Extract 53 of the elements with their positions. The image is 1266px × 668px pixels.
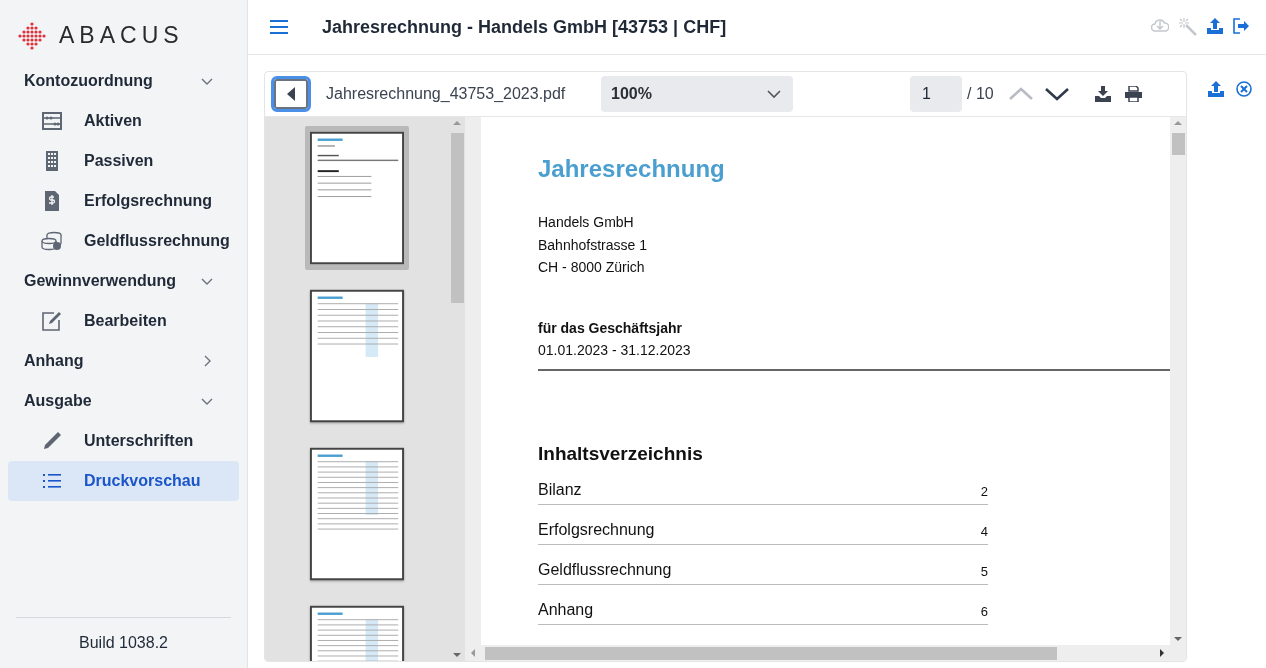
nav-item[interactable]: Aktiven (8, 101, 239, 141)
dollar-document-icon (44, 191, 60, 211)
next-page-icon[interactable] (1045, 87, 1069, 101)
upload-icon[interactable] (1207, 18, 1223, 36)
address-line: CH - 8000 Zürich (538, 258, 646, 277)
toc-entry: Erfolgsrechnung (538, 520, 655, 539)
nav-section[interactable]: Anhang (8, 341, 239, 381)
toc-entry: Geldflussrechnung (538, 560, 672, 579)
address-line: Handels GmbH (538, 213, 635, 232)
back-button[interactable] (271, 76, 311, 112)
coins-icon (41, 231, 63, 251)
nav-section[interactable]: Ausgabe (8, 381, 239, 421)
building-icon (45, 151, 59, 171)
logo-text: ABACUS (59, 22, 184, 49)
toc-page-number: 6 (980, 603, 988, 619)
page-thumbnail[interactable] (305, 126, 409, 270)
nav-item[interactable]: Unterschriften (8, 421, 239, 461)
nav-item[interactable]: Geldflussrechnung (8, 221, 239, 261)
chevron-icon (767, 89, 781, 99)
nav-section[interactable]: Gewinnverwendung (8, 261, 239, 301)
download-icon[interactable] (1095, 86, 1111, 102)
nav-section[interactable]: Kontozuordnung (8, 61, 239, 101)
nav-item[interactable]: Passiven (8, 141, 239, 181)
build-label: Build 1038.2 (16, 617, 231, 668)
edit-icon (42, 311, 62, 331)
nav-item[interactable]: Erfolgsrechnung (8, 181, 239, 221)
abacus-icon (42, 112, 62, 130)
toc-page-number: 4 (980, 523, 988, 539)
toc-heading: Inhaltsverzeichnis (538, 442, 704, 465)
scrollbar[interactable] (465, 645, 1186, 661)
nav-item[interactable]: Bearbeiten (8, 301, 239, 341)
period-label: für das Geschäftsjahr (538, 318, 683, 338)
page-title: Jahresrechnung - Handels GmbH [43753 | CHF] (322, 16, 728, 38)
numbered-list-icon (42, 473, 62, 489)
pencil-icon (42, 431, 62, 451)
toc-page-number: 5 (980, 563, 988, 579)
nav-item[interactable]: Druckvorschau (8, 461, 239, 501)
print-icon[interactable] (1125, 86, 1142, 102)
page-count: / 10 (967, 85, 995, 103)
logout-icon[interactable] (1233, 18, 1250, 36)
document-title: Jahresrechnung (538, 155, 726, 183)
page-number-field[interactable]: 1 (910, 76, 962, 112)
zoom-select[interactable]: 100% (601, 76, 793, 112)
file-name: Jahresrechnung_43753_2023.pdf (326, 85, 567, 103)
period-dates: 01.01.2023 - 31.12.2023 (538, 340, 692, 360)
upload-icon[interactable] (1208, 81, 1224, 97)
close-icon[interactable] (1236, 81, 1252, 97)
toc-page-number: 2 (980, 483, 988, 499)
toc-entry: Anhang (538, 600, 594, 619)
toc-entry: Bilanz (538, 480, 582, 499)
address-line: Bahnhofstrasse 1 (538, 235, 648, 255)
menu-icon[interactable] (270, 20, 288, 34)
caret-icon (287, 87, 295, 101)
